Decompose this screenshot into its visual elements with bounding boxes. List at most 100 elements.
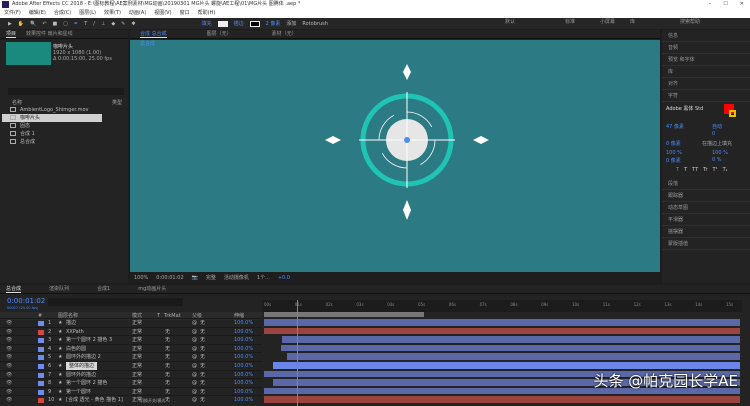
search-help-input[interactable]: 搜索帮助 [680, 18, 700, 25]
tab-effect-controls[interactable]: 效果控件 扇片和星线 [26, 30, 73, 38]
layer-duration-bar[interactable] [264, 396, 740, 403]
layer-duration-bar[interactable] [280, 344, 740, 352]
comp-subtab[interactable]: 总合成 [140, 40, 155, 47]
workspace-small[interactable]: 小屏幕 [600, 18, 615, 25]
panel-mask-interpolation[interactable]: 蒙版插值 [662, 238, 750, 250]
panel-library[interactable]: 库 [662, 66, 750, 78]
panel-paragraph[interactable]: 段落 [662, 178, 750, 190]
project-item[interactable]: AmbientLogo_Shimger.mov [2, 106, 124, 114]
layer-name[interactable]: [合成 透光 - 黄色 描色 1] [66, 396, 123, 405]
comp-canvas[interactable] [130, 40, 660, 272]
workspace-standard[interactable]: 标准 [565, 18, 575, 25]
layer-duration-bar[interactable] [264, 327, 740, 335]
col-name[interactable]: 名称 [12, 99, 22, 106]
tab-render-queue[interactable]: 渲染队列 [49, 285, 69, 293]
layer-duration-bar[interactable] [282, 336, 740, 343]
superscript-button[interactable]: T¹ [713, 167, 718, 173]
layer-duration-bar[interactable] [264, 319, 740, 326]
stroke-width-field[interactable]: 0 像素 [666, 140, 681, 147]
layer-row[interactable]: 👁 1 ★ 描边 正常 @ 无 100.0% [0, 318, 262, 327]
menu-animation[interactable]: 动画(A) [129, 9, 146, 18]
layer-duration-bar[interactable] [287, 353, 740, 360]
visibility-eye-icon[interactable]: 👁 [6, 396, 12, 405]
panel-smoother[interactable]: 平滑器 [662, 214, 750, 226]
toggle-switches-modes[interactable]: 切换开关/模式 [140, 398, 165, 404]
tsume[interactable]: 0 % [712, 157, 722, 163]
camera-tool-icon[interactable]: ■ [53, 21, 58, 27]
stroke-swatch[interactable] [249, 20, 260, 27]
label-color[interactable] [38, 329, 44, 335]
panel-info[interactable]: 信息 [662, 30, 750, 42]
trkmat-dropdown[interactable]: 无 [165, 396, 170, 405]
layer-row[interactable]: 👁 6 ★ 整体的描边 正常 无 @ 无 100.0% [0, 361, 262, 371]
parent-dropdown[interactable]: 无 [200, 396, 205, 405]
font-dropdown[interactable]: Adobe 黑体 Std [666, 105, 703, 112]
layer-row[interactable]: 👁 4 ★ 白色的圆 正常 无 @ 无 100.0% [0, 343, 262, 353]
add-button[interactable]: 添加 [286, 20, 296, 27]
label-color[interactable] [38, 372, 44, 378]
layer-row[interactable]: 👁 9 ★ 第一个圆环 正常 无 @ 无 100.0% [0, 386, 262, 396]
label-color[interactable] [38, 381, 44, 387]
stretch-value[interactable]: 100.0% [234, 396, 253, 405]
stamp-tool-icon[interactable]: ⊥ [101, 21, 105, 27]
current-time[interactable]: 0:00:01:02 [7, 297, 45, 305]
project-item[interactable]: 总合成 [2, 138, 124, 146]
menu-view[interactable]: 视图(V) [154, 9, 171, 18]
parent-pickwhip-icon[interactable]: @ [192, 396, 197, 405]
label-color[interactable] [38, 321, 44, 326]
label-color[interactable] [38, 398, 44, 404]
selection-tool-icon[interactable]: ▶ [8, 21, 12, 27]
time-ruler[interactable]: 00s 01s 02s 03s 04s 05s 06s 07s 08s 09s 10s 11s 12s 1… [262, 300, 742, 312]
tab-layer[interactable]: 图层（无） [207, 30, 232, 38]
playhead[interactable] [297, 300, 298, 406]
menu-window[interactable]: 窗口 [180, 9, 190, 18]
small-caps-button[interactable]: Tr [703, 167, 707, 173]
panel-audio[interactable]: 音频 [662, 42, 750, 54]
workspace-library[interactable]: 库 [630, 18, 635, 25]
exposure-value[interactable]: +0.0 [278, 275, 290, 281]
tab-mg-intro[interactable]: mg动画片头 [138, 285, 166, 293]
stroke-type-dropdown[interactable]: 在描边上填充 [702, 140, 732, 147]
fill-swatch[interactable] [217, 20, 228, 27]
views-dropdown[interactable]: 1个... [257, 274, 270, 281]
layer-duration-bar[interactable] [273, 362, 740, 369]
panel-character[interactable]: 字符 [662, 90, 750, 102]
panel-motion-sketch[interactable]: 动态草图 [662, 202, 750, 214]
zoom-dropdown[interactable]: 100% [134, 275, 148, 281]
panel-preview[interactable]: 预览 和字体 [662, 54, 750, 66]
label-color[interactable] [38, 364, 44, 369]
label-color[interactable] [38, 389, 44, 395]
horizontal-scale[interactable]: 100 % [712, 150, 728, 156]
snapshot-icon[interactable]: 📷 [192, 275, 198, 281]
stroke-color-swatch[interactable] [729, 110, 736, 117]
tab-footage[interactable]: 素材（无） [272, 30, 297, 38]
menu-layer[interactable]: 图层(L) [79, 9, 96, 18]
pin-tool-icon[interactable]: ✱ [131, 21, 135, 27]
pen-tool-icon[interactable]: ✒ [74, 21, 78, 27]
menu-edit[interactable]: 编辑(E) [29, 9, 46, 18]
hand-tool-icon[interactable]: ✋ [18, 21, 24, 27]
baseline-shift[interactable]: 0 像素 [666, 157, 681, 164]
zoom-tool-icon[interactable]: 🔍 [30, 21, 36, 27]
label-color[interactable] [38, 346, 44, 352]
subscript-button[interactable]: T₁ [723, 167, 728, 173]
layer-search-input[interactable] [48, 298, 183, 306]
minimize-button[interactable]: – [709, 0, 712, 9]
menu-composition[interactable]: 合成(C) [54, 9, 71, 18]
all-caps-button[interactable]: TT [692, 167, 698, 173]
eraser-tool-icon[interactable]: ◆ [111, 21, 115, 27]
anchor-point-icon[interactable] [404, 137, 410, 143]
project-item[interactable]: 固态 [2, 122, 124, 130]
layer-row[interactable]: 👁 10 ★ [合成 透光 - 黄色 描色 1] 正常 无 @ 无 100.0% [0, 395, 262, 404]
tab-project[interactable]: 项目 [6, 30, 17, 38]
panel-wiggler[interactable]: 摇摆器 [662, 226, 750, 238]
stroke-width[interactable]: 2 像素 [266, 20, 281, 27]
layer-row[interactable]: 👁 5 ★ 圆环外的描边 2 正常 无 @ 无 100.0% [0, 352, 262, 361]
menu-effect[interactable]: 效果(T) [104, 9, 121, 18]
vertical-scale[interactable]: 100 % [666, 150, 682, 156]
panel-tracker[interactable]: 跟踪器 [662, 190, 750, 202]
brush-tool-icon[interactable]: / [93, 21, 95, 27]
layer-row[interactable]: 👁 7 ★ 圆环外的描边 正常 无 @ 无 100.0% [0, 369, 262, 379]
rotobrush-checkbox[interactable]: Rotobrush [302, 21, 328, 27]
viewer-timecode[interactable]: 0:00:01:02 [156, 275, 183, 281]
